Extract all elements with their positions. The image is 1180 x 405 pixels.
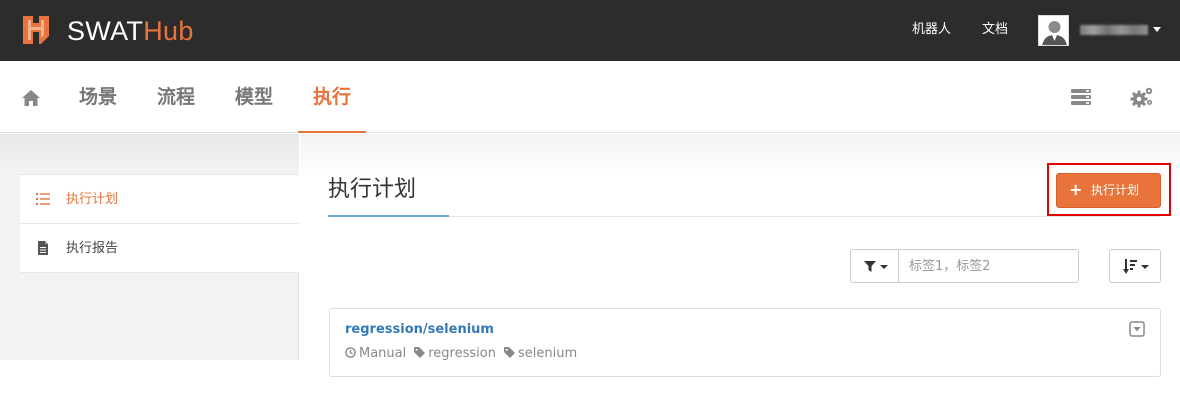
tab-flows[interactable]: 流程 — [156, 61, 196, 133]
tab-execution[interactable]: 执行 — [298, 61, 366, 133]
sidebar-item-label: 执行计划 — [66, 192, 119, 207]
server-list-icon[interactable] — [1070, 87, 1092, 107]
avatar[interactable] — [1038, 15, 1069, 46]
tab-models[interactable]: 模型 — [234, 61, 274, 133]
filter-icon — [864, 261, 876, 272]
sidebar-item-label: 执行报告 — [66, 241, 119, 256]
user-avatar-icon — [1039, 16, 1068, 45]
tag-filter — [850, 249, 1079, 283]
plan-mode-label: Manual — [359, 346, 407, 361]
expand-toggle-icon[interactable] — [1129, 321, 1145, 337]
sort-icon — [1123, 259, 1137, 274]
chevron-down-icon — [880, 265, 888, 269]
sidebar: 执行计划 执行报告 — [0, 134, 299, 360]
username: sqa_chao — [1080, 20, 1148, 40]
tab-scenarios[interactable]: 场景 — [78, 61, 118, 133]
tag-filter-input[interactable] — [898, 249, 1079, 283]
tag-icon — [414, 347, 426, 358]
title-divider — [328, 216, 1160, 217]
plan-mode: Manual — [345, 344, 406, 364]
plus-icon: + — [1069, 180, 1083, 199]
nav-link-docs[interactable]: 文档 — [982, 20, 1008, 40]
tag-icon — [503, 347, 515, 358]
chevron-down-icon[interactable] — [1153, 27, 1161, 32]
plan-tag-label: regression — [428, 346, 496, 361]
filter-dropdown-button[interactable] — [850, 249, 899, 283]
new-plan-button-label: 执行计划 — [1091, 183, 1140, 197]
swathub-logo-icon[interactable] — [20, 14, 52, 46]
sidebar-item-plans[interactable]: 执行计划 — [20, 175, 299, 224]
list-icon — [36, 193, 50, 205]
chevron-down-icon — [1141, 265, 1149, 269]
sidebar-item-reports[interactable]: 执行报告 — [20, 224, 299, 273]
plan-card: regression/selenium Manual regression sele… — [329, 308, 1161, 377]
plan-name-link[interactable]: regression/selenium — [345, 320, 494, 340]
user-menu-toggle[interactable]: sqa_chao — [1080, 20, 1150, 40]
page-title: 执行计划 — [328, 177, 417, 202]
gears-icon[interactable] — [1130, 86, 1154, 108]
title-underline — [328, 215, 449, 217]
plan-tag-label: selenium — [517, 346, 578, 361]
file-icon — [38, 241, 48, 255]
plan-tag: selenium — [503, 344, 578, 364]
brand-name-part1: SWAT — [67, 16, 144, 46]
brand-name[interactable]: SWATHub — [67, 14, 194, 48]
new-plan-button[interactable]: + 执行计划 — [1056, 173, 1161, 208]
clock-icon — [345, 347, 356, 358]
section-nav: 场景 流程 模型 执行 — [0, 61, 1180, 133]
top-navbar: SWATHub 机器人 文档 sqa_chao — [0, 0, 1180, 61]
sidebar-shadow — [0, 134, 299, 174]
plan-tag: regression — [414, 344, 496, 364]
home-icon[interactable] — [20, 88, 42, 108]
brand-name-part2: Hub — [143, 16, 194, 46]
sort-dropdown-button[interactable] — [1109, 249, 1161, 283]
nav-link-robots[interactable]: 机器人 — [912, 20, 951, 40]
plan-meta: Manual regression selenium — [345, 344, 585, 364]
sidebar-menu: 执行计划 执行报告 — [20, 174, 299, 273]
content-area: 执行计划 执行报告 执行计划 + 执行计划 标签1，标签2 regression… — [0, 134, 1180, 405]
